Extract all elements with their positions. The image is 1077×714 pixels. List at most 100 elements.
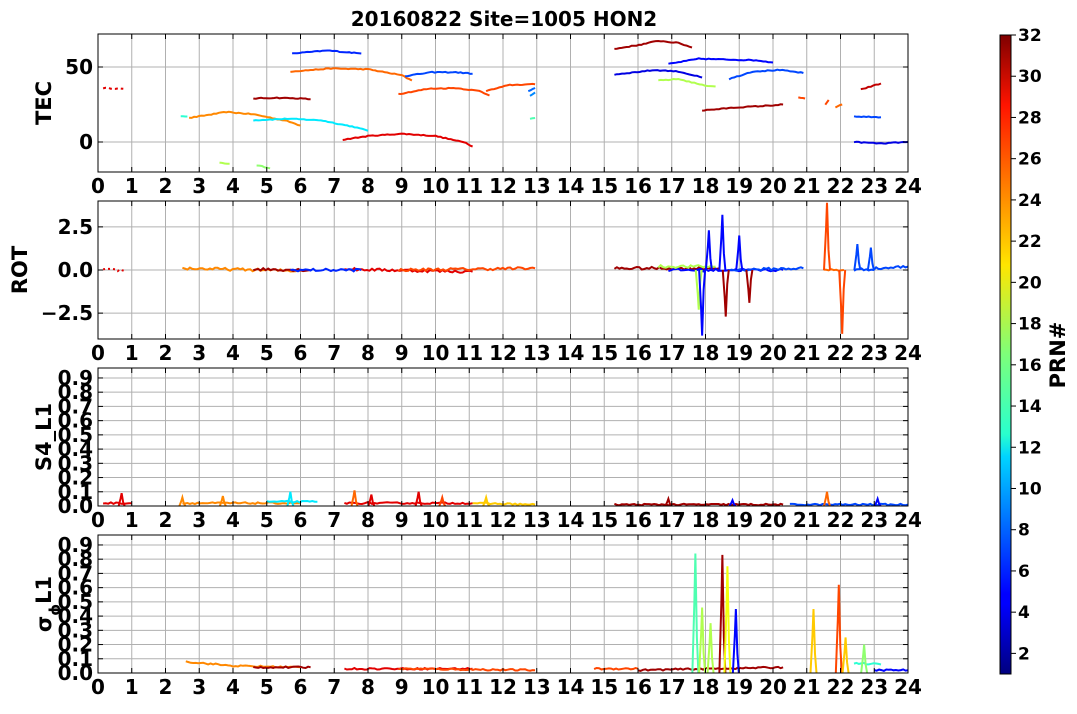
xtick-label-3-6: 6 [294,675,308,699]
xtick-label-2-1: 1 [125,508,139,532]
series-p0-0-prn29 [103,88,123,89]
series-p2-5-prn31 [614,504,783,506]
panel-data-0 [103,41,908,168]
xtick-label-2-16: 16 [624,508,652,532]
ylabel-main-3: σ [32,616,56,632]
cb-tick-label-6: 6 [1018,562,1030,582]
panel-grid-0 [98,34,908,172]
xtick-label-3-0: 0 [91,675,105,699]
xtick-label-0-6: 6 [294,174,308,198]
xtick-label-2-19: 19 [725,508,753,532]
xtick-label-1-10: 10 [422,341,450,365]
cb-tick-label-20: 20 [1018,273,1042,293]
series-p0-14-prn9 [530,93,535,96]
series-p2-3-prn29 [344,502,472,504]
xtick-label-0-5: 5 [260,174,274,198]
series-p0-16-prn31 [614,41,692,49]
xtick-label-0-18: 18 [692,174,720,198]
series-p0-21-prn31 [702,104,783,110]
xtick-label-3-24: 24 [894,675,922,699]
series-p1-4-prn26 [398,267,535,271]
spike-p1-7 [824,203,830,270]
xtick-label-2-9: 9 [395,508,409,532]
series-p3-5-prn31 [638,667,783,671]
xtick-label-2-20: 20 [759,508,787,532]
xtick-label-1-23: 23 [860,341,888,365]
panel-data-1 [103,203,908,336]
panel-data-2 [103,490,908,506]
ylabel-0: TEC [32,81,56,125]
xtick-label-2-4: 4 [226,508,240,532]
panel-1: 0123456789101112131415161718192021222324… [8,201,922,365]
xtick-label-3-5: 5 [260,675,274,699]
xtick-label-2-22: 22 [827,508,855,532]
cb-tick-label-30: 30 [1018,67,1042,87]
xtick-label-3-13: 13 [523,675,551,699]
xtick-label-1-3: 3 [192,341,206,365]
xtick-label-2-21: 21 [793,508,821,532]
series-p0-11-prn7 [405,72,473,77]
colorbar-label: PRN# [1046,322,1070,389]
cb-tick-label-26: 26 [1018,150,1042,170]
ylabel-sub-3: ϕ [46,604,64,616]
series-p0-13-prn8 [528,88,535,91]
xtick-label-1-2: 2 [159,341,173,365]
cb-tick-label-2: 2 [1018,644,1030,664]
xtick-label-1-14: 14 [557,341,585,365]
xtick-label-3-4: 4 [226,675,240,699]
series-p0-9-prn29 [343,134,473,147]
colorbar: 2468101214161820222426283032 PRN# [1000,26,1070,674]
xtick-label-1-5: 5 [260,341,274,365]
xtick-label-2-5: 5 [260,508,274,532]
xtick-label-1-15: 15 [590,341,618,365]
ytick-label-3-0.9: 0.9 [58,533,93,557]
xtick-label-3-22: 22 [827,675,855,699]
xtick-label-1-20: 20 [759,341,787,365]
series-p0-18-prn5 [668,58,773,63]
xtick-label-1-22: 22 [827,341,855,365]
cb-tick-label-24: 24 [1018,191,1042,211]
xtick-label-0-22: 22 [827,174,855,198]
chart-svg: 20160822 Site=1005 HON2 0123456789101112… [0,0,1077,709]
xtick-label-0-23: 23 [860,174,888,198]
colorbar-ticks: 2468101214161820222426283032 [1011,26,1042,664]
series-p2-0-prn29 [103,502,132,504]
xtick-label-0-9: 9 [395,174,409,198]
ytick-label-0-50: 50 [65,55,93,79]
panel-0: 0123456789101112131415161718192021222324… [32,34,922,198]
spike-p1-10 [868,248,874,270]
spike-p1-6 [746,270,752,303]
ytick-label-1-2.5: 2.5 [58,215,93,239]
spike-p2-1 [179,497,185,506]
xtick-label-0-2: 2 [159,174,173,198]
series-p2-1-prn24 [182,502,300,504]
xtick-label-2-18: 18 [692,508,720,532]
series-p0-10-prn26 [398,88,489,96]
xtick-label-0-4: 4 [226,174,240,198]
xtick-label-3-8: 8 [361,675,375,699]
series-p0-23-prn26 [825,100,828,105]
xtick-label-2-6: 6 [294,508,308,532]
xtick-label-3-12: 12 [489,675,517,699]
xtick-label-0-7: 7 [327,174,341,198]
xtick-label-1-21: 21 [793,341,821,365]
xtick-label-1-9: 9 [395,341,409,365]
spike-p3-0 [692,553,698,673]
cb-tick-label-28: 28 [1018,108,1042,128]
cb-tick-label-8: 8 [1018,521,1030,541]
xtick-label-1-6: 6 [294,341,308,365]
ytick-label-0-0: 0 [79,130,93,154]
series-p0-2-prn17 [257,166,271,169]
xtick-label-2-7: 7 [327,508,341,532]
xtick-label-0-0: 0 [91,174,105,198]
xtick-label-1-24: 24 [894,341,922,365]
series-p2-6-prn7 [790,504,908,506]
series-p3-7-prn5 [874,669,908,671]
series-p0-17-prn4 [614,70,702,77]
xtick-label-1-7: 7 [327,341,341,365]
xtick-label-0-8: 8 [361,174,375,198]
xtick-label-3-3: 3 [192,675,206,699]
spike-p1-3 [719,215,725,270]
panel-2: 0123456789101112131415161718192021222324… [32,366,922,532]
panel-data-3 [186,553,908,673]
